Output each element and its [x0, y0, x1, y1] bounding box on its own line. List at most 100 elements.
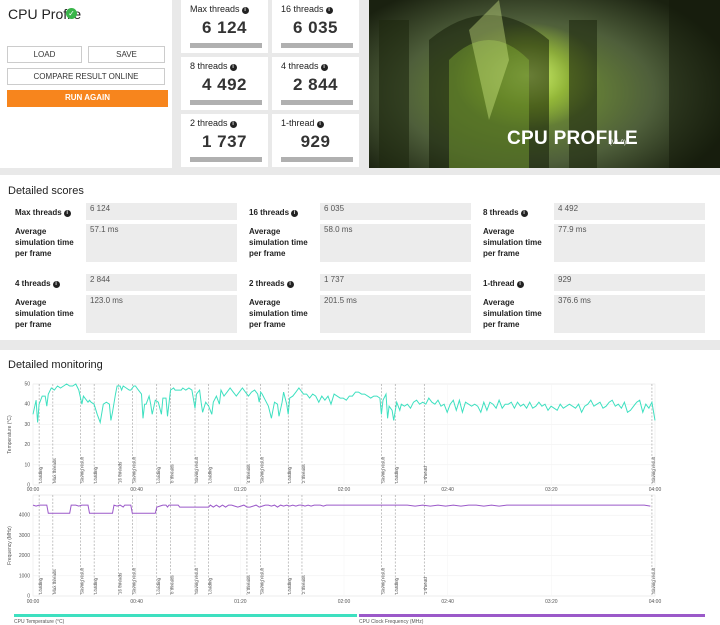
score-value: 4 492 [554, 203, 705, 220]
phase-marker-label: 4 threads [246, 574, 251, 594]
tile-label: 2 threads [190, 118, 228, 128]
tile-value: 929 [300, 132, 331, 151]
y-tick-label: 20 [24, 442, 30, 448]
info-icon[interactable]: i [320, 64, 328, 71]
legend-temp-label: CPU Temperature (°C) [14, 619, 65, 625]
score-label: 16 threads [249, 208, 290, 217]
y-tick-label: 50 [24, 382, 30, 388]
phase-marker-label: 16 threads [118, 572, 123, 594]
tile-bar [190, 43, 262, 48]
avg-time-label: Average simulation time per frame [15, 227, 74, 258]
phase-marker-label: Loading [394, 466, 399, 483]
avg-time-value: 201.5 ms [320, 295, 471, 333]
avg-time-value: 57.1 ms [86, 224, 237, 262]
load-button[interactable]: LOAD [7, 46, 82, 63]
y-tick-label: 40 [24, 402, 30, 408]
x-tick-label: 00:00 [27, 599, 40, 605]
tile-label: 4 threads [281, 61, 319, 71]
save-button[interactable]: SAVE [88, 46, 165, 63]
phase-marker-label: Loading [208, 577, 213, 594]
detailed-monitoring-heading: Detailed monitoring [8, 359, 103, 371]
avg-time-label: Average simulation time per frame [483, 298, 542, 329]
info-icon[interactable]: i [291, 210, 299, 217]
compare-online-button[interactable]: COMPARE RESULT ONLINE [7, 68, 165, 85]
legend-temp-swatch [14, 614, 357, 617]
avg-time-value: 123.0 ms [86, 295, 237, 333]
y-tick-label: 30 [24, 422, 30, 428]
score-tile-4-threads: 4 threads i 2 844 [272, 57, 359, 110]
score-tile-2-threads: 2 threads i 1 737 [181, 114, 268, 167]
tile-bar [190, 100, 262, 105]
info-icon[interactable]: i [516, 281, 524, 288]
x-tick-label: 01:20 [234, 599, 247, 605]
info-icon[interactable]: i [520, 210, 528, 217]
phase-marker-label: 1-thread [423, 577, 428, 594]
y-axis-label: Frequency (MHz) [7, 526, 13, 565]
info-icon[interactable]: i [286, 281, 294, 288]
tile-label: 16 threads [281, 4, 324, 14]
x-tick-label: 03:20 [545, 599, 558, 605]
info-icon[interactable]: i [229, 64, 237, 71]
info-icon[interactable]: i [63, 210, 71, 217]
info-icon[interactable]: i [316, 121, 324, 128]
y-axis-label: Temperature (°C) [7, 415, 13, 454]
tile-value: 6 035 [292, 18, 339, 37]
score-value: 929 [554, 274, 705, 291]
tile-label: Max threads [190, 4, 240, 14]
info-icon[interactable]: i [325, 7, 333, 14]
x-tick-label: 02:40 [441, 599, 454, 605]
score-tile-8-threads: 8 threads i 4 492 [181, 57, 268, 110]
info-icon[interactable]: i [52, 281, 60, 288]
phase-marker-label: Loading [38, 577, 43, 594]
phase-marker-label: 4 threads [246, 463, 251, 483]
phase-marker-label: Loading [208, 466, 213, 483]
score-label: 4 threads [15, 279, 51, 288]
avg-time-label: Average simulation time per frame [249, 298, 308, 329]
score-value: 6 124 [86, 203, 237, 220]
phase-marker-label: 8 threads [170, 463, 175, 483]
score-tile-16-threads: 16 threads i 6 035 [272, 0, 359, 53]
check-icon: ✓ [66, 8, 77, 19]
phase-marker-label: Loading [93, 466, 98, 483]
monitoring-charts: 01020304050Temperature (°C)00:00 00:40 01:… [7, 382, 705, 625]
banner-version: (V1.0) [609, 140, 626, 146]
score-value: 1 737 [320, 274, 471, 291]
phase-marker-label: Loading [156, 577, 161, 594]
phase-marker-label: Saving result [194, 456, 199, 483]
phase-marker-label: 2 threads [301, 463, 306, 483]
score-tile-max-threads: Max threads i 6 124 [181, 0, 268, 53]
x-tick-label: 03:20 [545, 487, 558, 493]
tile-bar [281, 43, 353, 48]
x-tick-label: 02:00 [338, 487, 351, 493]
y-tick-label: 2000 [19, 553, 30, 559]
score-value: 6 035 [320, 203, 471, 220]
info-icon[interactable]: i [229, 121, 237, 128]
score-label: 8 threads [483, 208, 519, 217]
avg-time-label: Average simulation time per frame [483, 227, 542, 258]
phase-marker-label: Saving result [260, 456, 265, 483]
phase-marker-label: Max threads [52, 568, 57, 594]
legend-freq-swatch [359, 614, 705, 617]
phase-marker-label: Saving result [651, 456, 656, 483]
benchmark-banner: CPU PROFILE (V1.0) [369, 0, 720, 168]
banner-title: CPU PROFILE [506, 128, 638, 149]
avg-time-label: Average simulation time per frame [249, 227, 308, 258]
tile-label: 1-thread [281, 118, 315, 128]
score-tile-1-thread: 1-thread i 929 [272, 114, 359, 167]
tile-bar [190, 157, 262, 162]
detailed-scores-heading: Detailed scores [8, 185, 84, 197]
phase-marker-label: Loading [156, 466, 161, 483]
tile-value: 4 492 [201, 75, 248, 94]
info-icon[interactable]: i [241, 7, 249, 14]
phase-marker-label: Saving result [651, 567, 656, 594]
tile-value: 6 124 [201, 18, 248, 37]
phase-marker-label: Loading [287, 577, 292, 594]
phase-marker-label: 2 threads [301, 574, 306, 594]
phase-marker-label: 1-thread [423, 466, 428, 483]
tile-value: 1 737 [201, 132, 248, 151]
phase-marker-label: Max threads [52, 457, 57, 483]
run-again-button[interactable]: RUN AGAIN [7, 90, 168, 107]
legend-freq-label: CPU Clock Frequency (MHz) [359, 619, 424, 625]
x-tick-label: 00:00 [27, 487, 40, 493]
y-tick-label: 3000 [19, 533, 30, 539]
